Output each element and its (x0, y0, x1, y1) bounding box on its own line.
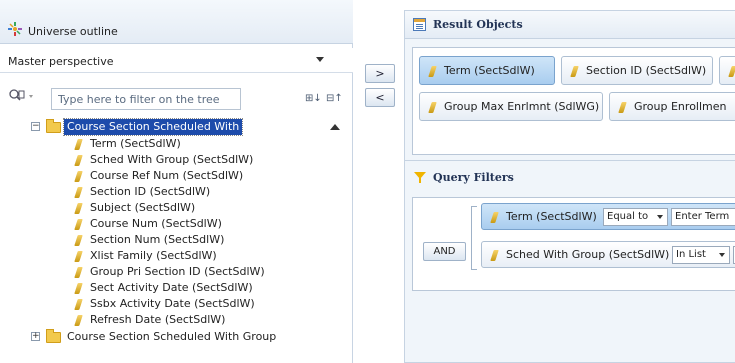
result-objects-area[interactable]: Term (SectSdlW) Section ID (SectSdlW) Gr… (412, 47, 735, 155)
collapse-all-icon[interactable]: ⊟↑ (326, 92, 343, 106)
filter-operator-value: Equal to (607, 211, 649, 222)
tree-item[interactable]: Ssbx Activity Date (SectSdlW) (0, 296, 320, 312)
dimension-object-icon (428, 102, 437, 113)
universe-tree: − Course Section Scheduled With Term (Se… (0, 116, 353, 363)
query-filters-area[interactable]: AND Term (SectSdlW) Equal to Enter Term … (412, 197, 735, 291)
filter-operator-select[interactable]: In List (672, 246, 730, 264)
dimension-object-icon (74, 235, 83, 246)
result-objects-header: Result Objects (405, 11, 735, 39)
tree-item-label[interactable]: Sect Activity Date (SectSdlW) (90, 280, 253, 296)
perspective-select[interactable]: Master perspective (0, 48, 353, 73)
query-filter-sched-with-group[interactable]: Sched With Group (SectSdlW) In List (481, 241, 735, 268)
dimension-object-icon (74, 251, 83, 262)
result-object-chip[interactable]: Term (SectSdlW) (419, 56, 555, 85)
result-object-label: Section ID (SectSdlW) (586, 64, 707, 77)
universe-outline-panel: Universe outline Master perspective ⊞↓ ⊟… (0, 0, 353, 363)
tree-item[interactable]: Course Num (SectSdlW) (0, 216, 320, 232)
result-objects-title: Result Objects (433, 18, 523, 31)
tree-item[interactable]: Group Pri Section ID (SectSdlW) (0, 264, 320, 280)
result-object-chip[interactable]: Section ID (SectSdlW) (561, 56, 713, 85)
tree-folder-label[interactable]: Course Section Scheduled With Group (67, 329, 276, 345)
tree-folder-course-section-scheduled-with-group[interactable]: + Course Section Scheduled With Group (0, 329, 320, 345)
tree-item[interactable]: Sched With Group (SectSdlW) (0, 152, 320, 168)
filter-value-field[interactable]: Enter Term (671, 208, 735, 226)
folder-open-icon (46, 119, 61, 133)
result-object-label: Group Max Enrlmnt (SdlWG) (444, 100, 600, 113)
dimension-object-icon (74, 299, 83, 310)
remove-from-result-button[interactable]: < (365, 88, 395, 107)
result-object-label: Term (SectSdlW) (444, 64, 535, 77)
dimension-object-icon (428, 66, 437, 77)
tree-item-label[interactable]: Course Ref Num (SectSdlW) (90, 168, 243, 184)
tree-filter-row: ⊞↓ ⊟↑ (0, 80, 353, 114)
expand-icon[interactable]: + (31, 332, 40, 341)
tree-item[interactable]: Refresh Date (SectSdlW) (0, 312, 320, 328)
dimension-object-icon (74, 139, 83, 150)
query-filters-title: Query Filters (433, 171, 514, 184)
folder-icon (46, 329, 61, 343)
expand-all-icon[interactable]: ⊞↓ (305, 92, 322, 106)
dimension-object-icon (74, 155, 83, 166)
dimension-object-icon (490, 250, 499, 261)
dimension-object-icon (74, 187, 83, 198)
tree-item[interactable]: Section ID (SectSdlW) (0, 184, 320, 200)
and-operator-button[interactable]: AND (423, 242, 466, 261)
dimension-object-icon (74, 203, 83, 214)
result-object-chip[interactable]: Group Max Enrlmnt (SdlWG) (419, 92, 603, 121)
filter-options-icon[interactable] (8, 86, 36, 106)
scroll-up-icon[interactable] (330, 124, 340, 130)
query-filters-panel: Query Filters AND Term (SectSdlW) Equal … (404, 160, 735, 363)
tree-folder-label[interactable]: Course Section Scheduled With (62, 118, 244, 136)
result-objects-icon (413, 18, 426, 31)
tree-item[interactable]: Course Ref Num (SectSdlW) (0, 168, 320, 184)
tree-item[interactable]: Section Num (SectSdlW) (0, 232, 320, 248)
result-object-chip[interactable] (719, 56, 735, 85)
tree-item-label[interactable]: Course Num (SectSdlW) (90, 216, 222, 232)
dimension-object-icon (74, 219, 83, 230)
dimension-object-icon (74, 315, 83, 326)
tree-item-label[interactable]: Section ID (SectSdlW) (90, 184, 210, 200)
tree-item-label[interactable]: Subject (SectSdlW) (90, 200, 195, 216)
tree-filter-input[interactable] (51, 88, 241, 110)
tree-item[interactable]: Term (SectSdlW) (0, 136, 320, 152)
universe-outline-title: Universe outline (28, 25, 118, 38)
tree-item-label[interactable]: Sched With Group (SectSdlW) (90, 152, 253, 168)
tree-item[interactable]: Xlist Family (SectSdlW) (0, 248, 320, 264)
query-filter-term[interactable]: Term (SectSdlW) Equal to Enter Term (481, 203, 735, 230)
tree-item-label[interactable]: Xlist Family (SectSdlW) (90, 248, 217, 264)
result-object-label: Group Enrollmen (634, 100, 727, 113)
filter-object-label: Term (SectSdlW) (506, 210, 597, 223)
tree-item-label[interactable]: Ssbx Activity Date (SectSdlW) (90, 296, 255, 312)
dimension-object-icon (490, 212, 499, 223)
filter-group-bracket (471, 206, 477, 270)
tree-item[interactable]: Subject (SectSdlW) (0, 200, 320, 216)
result-object-chip[interactable]: Group Enrollmen (609, 92, 735, 121)
filter-operator-select[interactable]: Equal to (603, 208, 668, 226)
chevron-down-icon (719, 253, 725, 257)
query-filters-header: Query Filters (405, 161, 735, 189)
add-to-result-button[interactable]: > (365, 64, 395, 83)
tree-item-label[interactable]: Refresh Date (SectSdlW) (90, 312, 225, 328)
tree-item-label[interactable]: Group Pri Section ID (SectSdlW) (90, 264, 265, 280)
universe-outline-icon (8, 22, 22, 36)
dimension-object-icon (74, 283, 83, 294)
chevron-down-icon[interactable] (316, 57, 324, 62)
dimension-object-icon (74, 171, 83, 182)
filter-operator-value: In List (676, 249, 706, 260)
tree-item[interactable]: Sect Activity Date (SectSdlW) (0, 280, 320, 296)
filter-object-label: Sched With Group (SectSdlW) (506, 248, 670, 261)
dimension-object-icon (74, 267, 83, 278)
dimension-object-icon (618, 102, 627, 113)
universe-outline-header: Universe outline (0, 0, 353, 44)
collapse-icon[interactable]: − (31, 122, 40, 131)
dimension-object-icon (570, 66, 579, 77)
tree-item-label[interactable]: Term (SectSdlW) (90, 136, 181, 152)
result-objects-panel: Result Objects Term (SectSdlW) Section I… (404, 10, 735, 162)
funnel-icon (414, 172, 426, 183)
dimension-object-icon (728, 66, 735, 77)
tree-folder-course-section-scheduled-with[interactable]: − Course Section Scheduled With (0, 118, 320, 136)
chevron-down-icon (657, 215, 663, 219)
perspective-value: Master perspective (8, 55, 114, 68)
tree-item-label[interactable]: Section Num (SectSdlW) (90, 232, 224, 248)
